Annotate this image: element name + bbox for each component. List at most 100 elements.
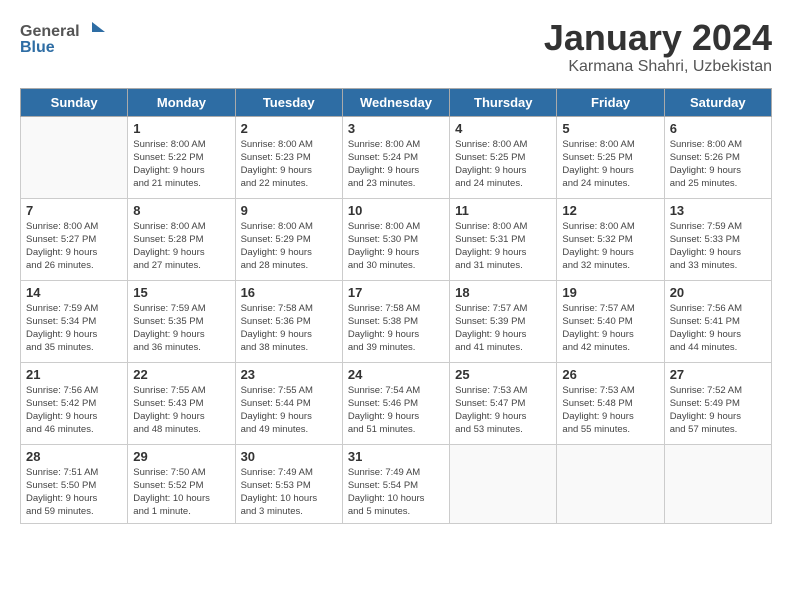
day-number: 15	[133, 285, 229, 300]
cell-1-4: 3 Sunrise: 8:00 AM Sunset: 5:24 PM Daylig…	[342, 116, 449, 198]
day-number: 29	[133, 449, 229, 464]
cell-2-2: 8 Sunrise: 8:00 AM Sunset: 5:28 PM Daylig…	[128, 198, 235, 280]
day-number: 27	[670, 367, 766, 382]
day-info: Sunrise: 7:57 AM Sunset: 5:39 PM Dayligh…	[455, 302, 551, 355]
cell-5-2: 29 Sunrise: 7:50 AM Sunset: 5:52 PM Dayli…	[128, 444, 235, 523]
day-info: Sunrise: 7:53 AM Sunset: 5:48 PM Dayligh…	[562, 384, 658, 437]
day-info: Sunrise: 8:00 AM Sunset: 5:27 PM Dayligh…	[26, 220, 122, 273]
day-info: Sunrise: 8:00 AM Sunset: 5:30 PM Dayligh…	[348, 220, 444, 273]
cell-1-7: 6Sunrise: 8:00 AM Sunset: 5:26 PM Daylig…	[664, 116, 771, 198]
day-number: 7	[26, 203, 122, 218]
week-row-5: 28 Sunrise: 7:51 AM Sunset: 5:50 PM Dayli…	[21, 444, 772, 523]
cell-3-5: 18 Sunrise: 7:57 AM Sunset: 5:39 PM Dayli…	[450, 280, 557, 362]
cell-3-7: 20 Sunrise: 7:56 AM Sunset: 5:41 PM Dayli…	[664, 280, 771, 362]
day-number: 2	[241, 121, 337, 136]
logo-block: General Blue	[20, 18, 110, 63]
day-number: 25	[455, 367, 551, 382]
cell-3-3: 16Sunrise: 7:58 AM Sunset: 5:36 PM Dayli…	[235, 280, 342, 362]
day-number: 12	[562, 203, 658, 218]
cell-1-2: 1 Sunrise: 8:00 AM Sunset: 5:22 PM Daylig…	[128, 116, 235, 198]
cell-4-7: 27 Sunrise: 7:52 AM Sunset: 5:49 PM Dayli…	[664, 362, 771, 444]
day-info: Sunrise: 7:55 AM Sunset: 5:43 PM Dayligh…	[133, 384, 229, 437]
cell-1-5: 4Sunrise: 8:00 AM Sunset: 5:25 PM Daylig…	[450, 116, 557, 198]
day-info: Sunrise: 7:52 AM Sunset: 5:49 PM Dayligh…	[670, 384, 766, 437]
week-row-3: 14 Sunrise: 7:59 AM Sunset: 5:34 PM Dayli…	[21, 280, 772, 362]
day-info: Sunrise: 7:49 AM Sunset: 5:53 PM Dayligh…	[241, 466, 337, 519]
week-row-1: 1 Sunrise: 8:00 AM Sunset: 5:22 PM Daylig…	[21, 116, 772, 198]
day-number: 22	[133, 367, 229, 382]
logo-svg: General Blue	[20, 18, 110, 58]
day-number: 21	[26, 367, 122, 382]
cell-5-1: 28 Sunrise: 7:51 AM Sunset: 5:50 PM Dayli…	[21, 444, 128, 523]
cell-5-5	[450, 444, 557, 523]
day-info: Sunrise: 7:57 AM Sunset: 5:40 PM Dayligh…	[562, 302, 658, 355]
day-number: 23	[241, 367, 337, 382]
day-info: Sunrise: 8:00 AM Sunset: 5:28 PM Dayligh…	[133, 220, 229, 273]
col-header-friday: Friday	[557, 88, 664, 116]
cell-5-4: 31Sunrise: 7:49 AM Sunset: 5:54 PM Dayli…	[342, 444, 449, 523]
cell-3-1: 14 Sunrise: 7:59 AM Sunset: 5:34 PM Dayli…	[21, 280, 128, 362]
title-block: January 2024 Karmana Shahri, Uzbekistan	[544, 18, 772, 76]
week-row-2: 7 Sunrise: 8:00 AM Sunset: 5:27 PM Daylig…	[21, 198, 772, 280]
day-number: 1	[133, 121, 229, 136]
day-number: 18	[455, 285, 551, 300]
day-info: Sunrise: 7:50 AM Sunset: 5:52 PM Dayligh…	[133, 466, 229, 519]
day-info: Sunrise: 7:54 AM Sunset: 5:46 PM Dayligh…	[348, 384, 444, 437]
day-number: 19	[562, 285, 658, 300]
cell-2-1: 7 Sunrise: 8:00 AM Sunset: 5:27 PM Daylig…	[21, 198, 128, 280]
day-number: 28	[26, 449, 122, 464]
cell-2-4: 10Sunrise: 8:00 AM Sunset: 5:30 PM Dayli…	[342, 198, 449, 280]
day-info: Sunrise: 7:59 AM Sunset: 5:34 PM Dayligh…	[26, 302, 122, 355]
day-info: Sunrise: 8:00 AM Sunset: 5:25 PM Dayligh…	[562, 138, 658, 191]
cell-4-6: 26 Sunrise: 7:53 AM Sunset: 5:48 PM Dayli…	[557, 362, 664, 444]
day-info: Sunrise: 8:00 AM Sunset: 5:31 PM Dayligh…	[455, 220, 551, 273]
col-header-sunday: Sunday	[21, 88, 128, 116]
cell-5-3: 30 Sunrise: 7:49 AM Sunset: 5:53 PM Dayli…	[235, 444, 342, 523]
day-info: Sunrise: 7:56 AM Sunset: 5:42 PM Dayligh…	[26, 384, 122, 437]
day-number: 3	[348, 121, 444, 136]
col-header-tuesday: Tuesday	[235, 88, 342, 116]
cell-3-2: 15 Sunrise: 7:59 AM Sunset: 5:35 PM Dayli…	[128, 280, 235, 362]
cell-4-5: 25 Sunrise: 7:53 AM Sunset: 5:47 PM Dayli…	[450, 362, 557, 444]
day-info: Sunrise: 8:00 AM Sunset: 5:32 PM Dayligh…	[562, 220, 658, 273]
col-header-wednesday: Wednesday	[342, 88, 449, 116]
day-info: Sunrise: 7:56 AM Sunset: 5:41 PM Dayligh…	[670, 302, 766, 355]
header: General Blue January 2024 Karmana Shahri…	[20, 18, 772, 76]
day-info: Sunrise: 7:51 AM Sunset: 5:50 PM Dayligh…	[26, 466, 122, 519]
cell-4-4: 24Sunrise: 7:54 AM Sunset: 5:46 PM Dayli…	[342, 362, 449, 444]
cell-1-3: 2Sunrise: 8:00 AM Sunset: 5:23 PM Daylig…	[235, 116, 342, 198]
day-number: 26	[562, 367, 658, 382]
cell-1-6: 5 Sunrise: 8:00 AM Sunset: 5:25 PM Daylig…	[557, 116, 664, 198]
col-header-monday: Monday	[128, 88, 235, 116]
day-info: Sunrise: 7:49 AM Sunset: 5:54 PM Dayligh…	[348, 466, 444, 519]
day-info: Sunrise: 8:00 AM Sunset: 5:25 PM Dayligh…	[455, 138, 551, 191]
day-info: Sunrise: 7:59 AM Sunset: 5:33 PM Dayligh…	[670, 220, 766, 273]
day-info: Sunrise: 7:58 AM Sunset: 5:38 PM Dayligh…	[348, 302, 444, 355]
cell-2-3: 9Sunrise: 8:00 AM Sunset: 5:29 PM Daylig…	[235, 198, 342, 280]
cell-1-1	[21, 116, 128, 198]
day-number: 30	[241, 449, 337, 464]
cell-4-2: 22 Sunrise: 7:55 AM Sunset: 5:43 PM Dayli…	[128, 362, 235, 444]
cell-2-7: 13 Sunrise: 7:59 AM Sunset: 5:33 PM Dayli…	[664, 198, 771, 280]
day-info: Sunrise: 8:00 AM Sunset: 5:26 PM Dayligh…	[670, 138, 766, 191]
day-number: 13	[670, 203, 766, 218]
day-number: 17	[348, 285, 444, 300]
day-info: Sunrise: 7:59 AM Sunset: 5:35 PM Dayligh…	[133, 302, 229, 355]
svg-text:General: General	[20, 23, 80, 40]
cell-3-6: 19 Sunrise: 7:57 AM Sunset: 5:40 PM Dayli…	[557, 280, 664, 362]
day-number: 14	[26, 285, 122, 300]
day-number: 5	[562, 121, 658, 136]
day-number: 8	[133, 203, 229, 218]
cell-2-6: 12 Sunrise: 8:00 AM Sunset: 5:32 PM Dayli…	[557, 198, 664, 280]
day-info: Sunrise: 8:00 AM Sunset: 5:22 PM Dayligh…	[133, 138, 229, 191]
cell-5-7	[664, 444, 771, 523]
day-info: Sunrise: 8:00 AM Sunset: 5:24 PM Dayligh…	[348, 138, 444, 191]
day-number: 20	[670, 285, 766, 300]
cell-2-5: 11 Sunrise: 8:00 AM Sunset: 5:31 PM Dayli…	[450, 198, 557, 280]
day-info: Sunrise: 7:55 AM Sunset: 5:44 PM Dayligh…	[241, 384, 337, 437]
logo: General Blue	[20, 18, 110, 63]
col-header-saturday: Saturday	[664, 88, 771, 116]
day-info: Sunrise: 7:53 AM Sunset: 5:47 PM Dayligh…	[455, 384, 551, 437]
day-info: Sunrise: 7:58 AM Sunset: 5:36 PM Dayligh…	[241, 302, 337, 355]
day-number: 11	[455, 203, 551, 218]
